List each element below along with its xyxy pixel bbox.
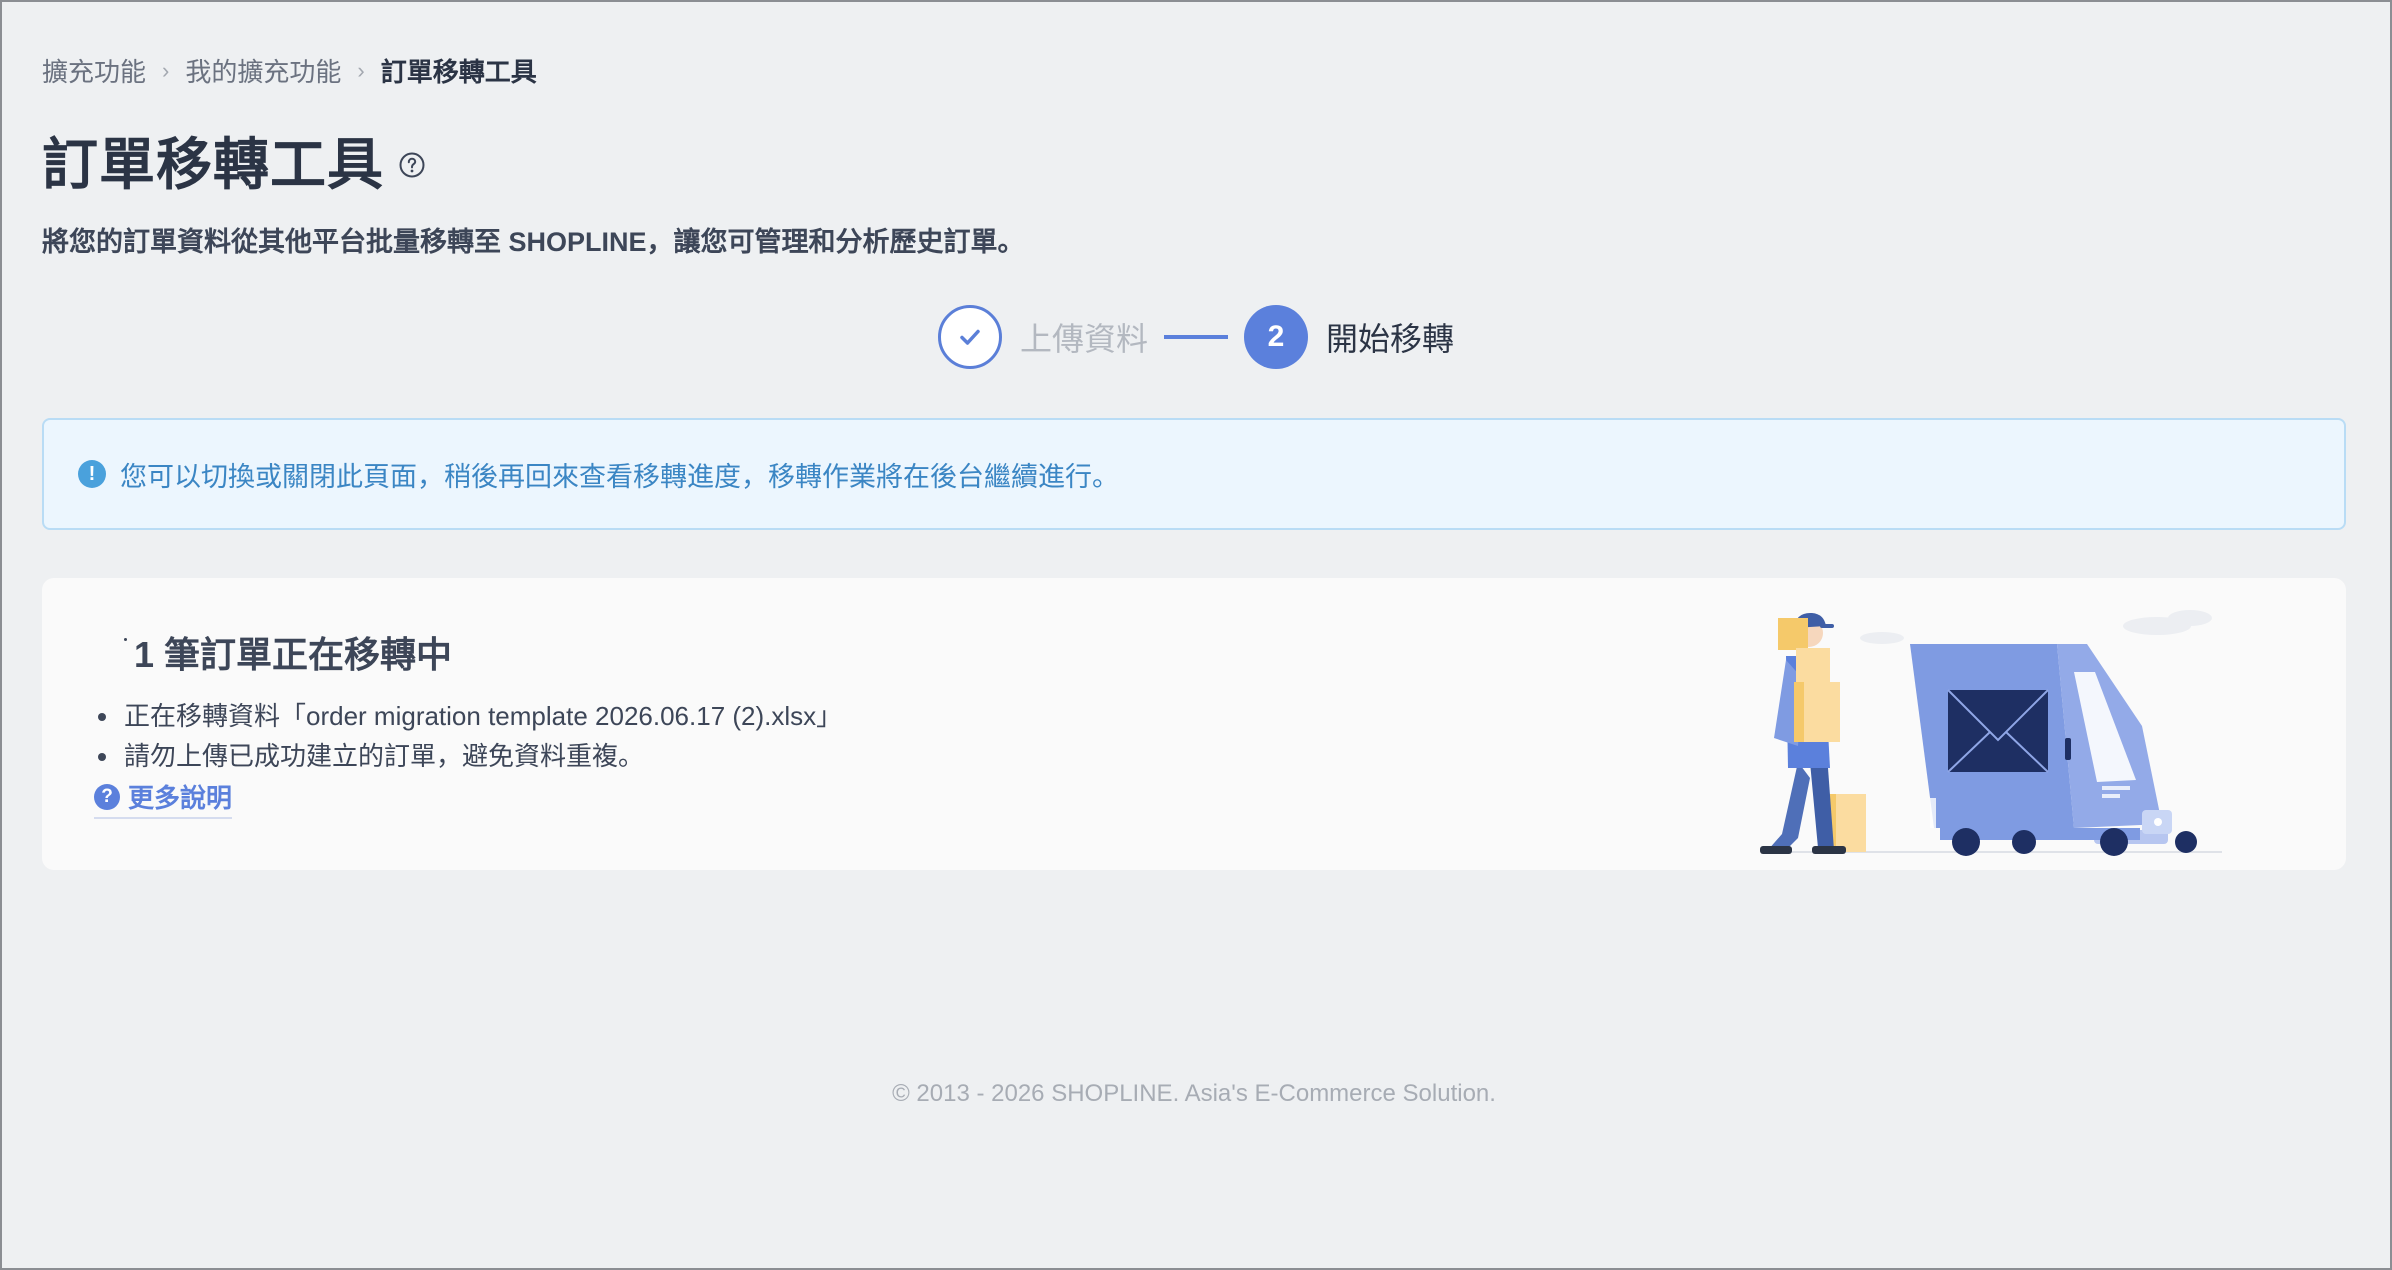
page-title: 訂單移轉工具 bbox=[42, 133, 384, 196]
chevron-right-icon: › bbox=[162, 57, 170, 83]
exclamation-circle-icon: ! bbox=[78, 460, 106, 488]
footer-copyright: © 2013 - 2026 SHOPLINE. Asia's E-Commerc… bbox=[892, 1080, 1496, 1107]
more-info-label: 更多說明 bbox=[128, 783, 233, 813]
question-circle-icon: ? bbox=[94, 783, 120, 810]
stepper: 上傳資料 2 開始移轉 bbox=[938, 304, 1454, 370]
info-banner: ! 您可以切換或關閉此頁面，稍後再回來查看移轉進度，移轉作業將在後台繼續進行。 bbox=[42, 418, 2346, 530]
title-row: 訂單移轉工具 bbox=[42, 120, 426, 201]
migration-notes-list: 正在移轉資料「order migration template 2026.06.… bbox=[96, 696, 842, 776]
breadcrumb-item-my-extensions[interactable]: 我的擴充功能 bbox=[185, 52, 341, 89]
step-1-label: 上傳資料 bbox=[1020, 321, 1149, 357]
chevron-right-icon: › bbox=[357, 57, 365, 83]
step-1-circle bbox=[938, 305, 1002, 369]
check-icon bbox=[960, 329, 980, 345]
step-2-label: 開始移轉 bbox=[1326, 321, 1455, 357]
step-connector bbox=[1164, 335, 1229, 339]
migration-status-title: 1 筆訂單正在移轉中 bbox=[134, 634, 453, 675]
list-item: 請勿上傳已成功建立的訂單，避免資料重複。 bbox=[96, 736, 842, 776]
page-subtitle: 將您的訂單資料從其他平台批量移轉至 SHOPLINE，讓您可管理和分析歷史訂單。 bbox=[42, 227, 1025, 257]
breadcrumb-item-extensions[interactable]: 擴充功能 bbox=[42, 52, 146, 89]
more-info-link[interactable]: ? 更多說明 bbox=[94, 778, 233, 819]
breadcrumb: 擴充功能 › 我的擴充功能 › 訂單移轉工具 bbox=[42, 52, 537, 89]
migration-status-card: 1 筆訂單正在移轉中 正在移轉資料「order migration templa… bbox=[42, 578, 2346, 870]
question-circle-icon[interactable] bbox=[398, 151, 426, 179]
delivery-truck-illustration bbox=[1760, 610, 2222, 856]
step-2-circle: 2 bbox=[1244, 305, 1309, 369]
info-banner-text: 您可以切換或關閉此頁面，稍後再回來查看移轉進度，移轉作業將在後台繼續進行。 bbox=[120, 461, 1119, 492]
list-item: 正在移轉資料「order migration template 2026.06.… bbox=[96, 696, 842, 736]
status-dot bbox=[124, 638, 127, 641]
breadcrumb-item-current: 訂單移轉工具 bbox=[380, 57, 537, 87]
